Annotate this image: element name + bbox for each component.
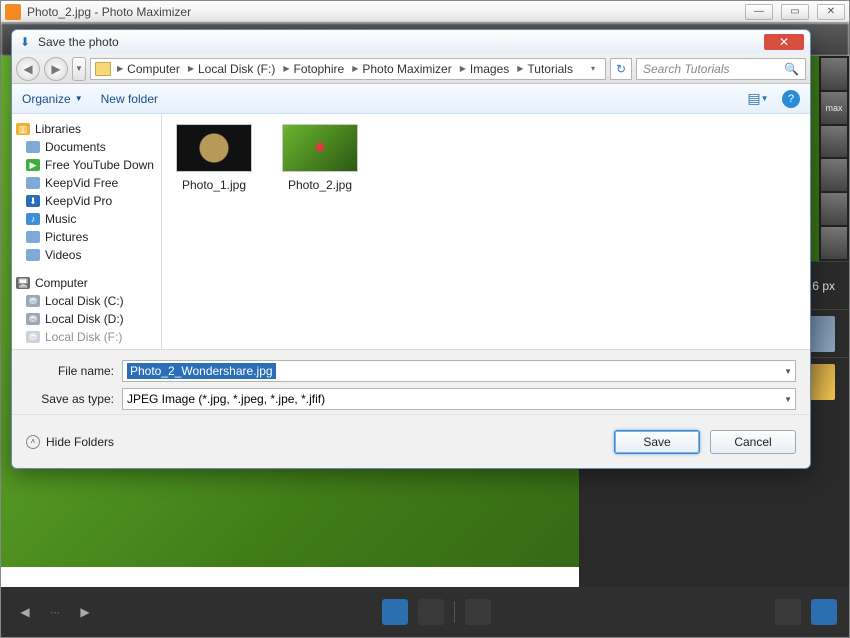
filename-input[interactable]: Photo_2_Wondershare.jpg ▼ [122, 360, 796, 382]
file-list: Photo_1.jpg Photo_2.jpg [162, 114, 810, 349]
save-dialog: ⬇ Save the photo ✕ ◀ ▶ ▼ ▶Computer ▶Loca… [11, 29, 811, 469]
file-item[interactable]: Photo_2.jpg [282, 124, 358, 192]
history-dropdown[interactable]: ▼ [72, 57, 86, 81]
breadcrumb-seg[interactable]: ▶Computer [115, 61, 182, 77]
breadcrumb: ▶Computer ▶Local Disk (F:) ▶Fotophire ▶P… [90, 58, 606, 80]
search-icon[interactable]: 🔍 [784, 62, 799, 76]
next-button[interactable]: ▶ [73, 600, 97, 624]
app-icon [5, 4, 21, 20]
breadcrumb-drop[interactable]: ▾ [585, 64, 601, 73]
save-form: File name: Photo_2_Wondershare.jpg ▼ Sav… [12, 349, 810, 414]
minimize-button[interactable]: — [745, 4, 773, 20]
prev-button[interactable]: ◀ [13, 600, 37, 624]
thumb-label: max [821, 92, 847, 124]
refresh-button[interactable]: ↻ [610, 58, 632, 80]
maximize-button[interactable]: ▭ [781, 4, 809, 20]
dialog-close-button[interactable]: ✕ [764, 34, 804, 50]
view-mode-button[interactable]: ▤ ▼ [744, 89, 772, 109]
hide-folders-toggle[interactable]: ˄ Hide Folders [26, 435, 114, 449]
close-button[interactable]: ✕ [817, 4, 845, 20]
save-button[interactable]: Save [614, 430, 700, 454]
view-compare-button[interactable] [418, 599, 444, 625]
back-button[interactable]: ◀ [16, 57, 40, 81]
type-value: JPEG Image (*.jpg, *.jpeg, *.jpe, *.jfif… [127, 392, 325, 406]
type-select[interactable]: JPEG Image (*.jpg, *.jpeg, *.jpe, *.jfif… [122, 388, 796, 410]
folder-tree: ▥Libraries Documents ▶Free YouTube Down … [12, 114, 162, 349]
tree-item[interactable]: Pictures [16, 228, 157, 246]
breadcrumb-seg[interactable]: ▶Photo Maximizer [350, 61, 454, 77]
file-item[interactable]: Photo_1.jpg [176, 124, 252, 192]
chevron-up-icon: ˄ [26, 435, 40, 449]
tree-item[interactable]: Videos [16, 246, 157, 264]
type-label: Save as type: [26, 392, 122, 406]
cancel-button[interactable]: Cancel [710, 430, 796, 454]
tree-item[interactable]: KeepVid Free [16, 174, 157, 192]
new-folder-button[interactable]: New folder [101, 92, 158, 106]
dialog-icon: ⬇ [18, 35, 32, 49]
search-placeholder: Search Tutorials [643, 62, 729, 76]
breadcrumb-seg[interactable]: ▶Images [458, 61, 512, 77]
tree-libraries[interactable]: ▥Libraries [16, 120, 157, 138]
file-thumbnail [176, 124, 252, 172]
tree-computer[interactable]: 🖥Computer [16, 274, 157, 292]
app-title: Photo_2.jpg - Photo Maximizer [27, 5, 191, 19]
breadcrumb-seg[interactable]: ▶Fotophire [281, 61, 346, 77]
organize-menu[interactable]: Organize▼ [22, 92, 83, 106]
fit-button[interactable] [775, 599, 801, 625]
forward-button[interactable]: ▶ [44, 57, 68, 81]
filename-label: File name: [26, 364, 122, 378]
breadcrumb-seg[interactable]: ▶Local Disk (F:) [186, 61, 278, 77]
tree-drive[interactable]: ⛃Local Disk (F:) [16, 328, 157, 346]
dialog-footer: ˄ Hide Folders Save Cancel [12, 414, 810, 468]
breadcrumb-seg[interactable]: ▶Tutorials [515, 61, 575, 77]
file-name: Photo_1.jpg [182, 178, 246, 192]
dialog-titlebar: ⬇ Save the photo ✕ [12, 30, 810, 54]
slider-dots: ∙∙∙ [43, 600, 67, 624]
dialog-title: Save the photo [38, 35, 119, 49]
view-single-button[interactable] [382, 599, 408, 625]
dropdown-icon[interactable]: ▼ [784, 395, 792, 404]
search-input[interactable]: Search Tutorials 🔍 [636, 58, 806, 80]
thumbnail-strip[interactable]: max [819, 56, 849, 261]
filename-value: Photo_2_Wondershare.jpg [127, 363, 276, 379]
tree-item[interactable]: ▶Free YouTube Down [16, 156, 157, 174]
view-split-button[interactable] [465, 599, 491, 625]
dropdown-icon[interactable]: ▼ [784, 367, 792, 376]
app-titlebar: Photo_2.jpg - Photo Maximizer — ▭ ✕ [1, 1, 849, 23]
folder-icon [95, 62, 111, 76]
file-name: Photo_2.jpg [288, 178, 352, 192]
tree-item[interactable]: ♪Music [16, 210, 157, 228]
tree-drive[interactable]: ⛃Local Disk (C:) [16, 292, 157, 310]
dialog-toolbar: Organize▼ New folder ▤ ▼ ? [12, 84, 810, 114]
tree-drive[interactable]: ⛃Local Disk (D:) [16, 310, 157, 328]
tree-item[interactable]: ⬇KeepVid Pro [16, 192, 157, 210]
file-thumbnail [282, 124, 358, 172]
bottom-toolbar: ◀ ∙∙∙ ▶ [1, 587, 849, 637]
dialog-nav: ◀ ▶ ▼ ▶Computer ▶Local Disk (F:) ▶Fotoph… [12, 54, 810, 84]
actual-size-button[interactable] [811, 599, 837, 625]
help-button[interactable]: ? [782, 90, 800, 108]
tree-item[interactable]: Documents [16, 138, 157, 156]
